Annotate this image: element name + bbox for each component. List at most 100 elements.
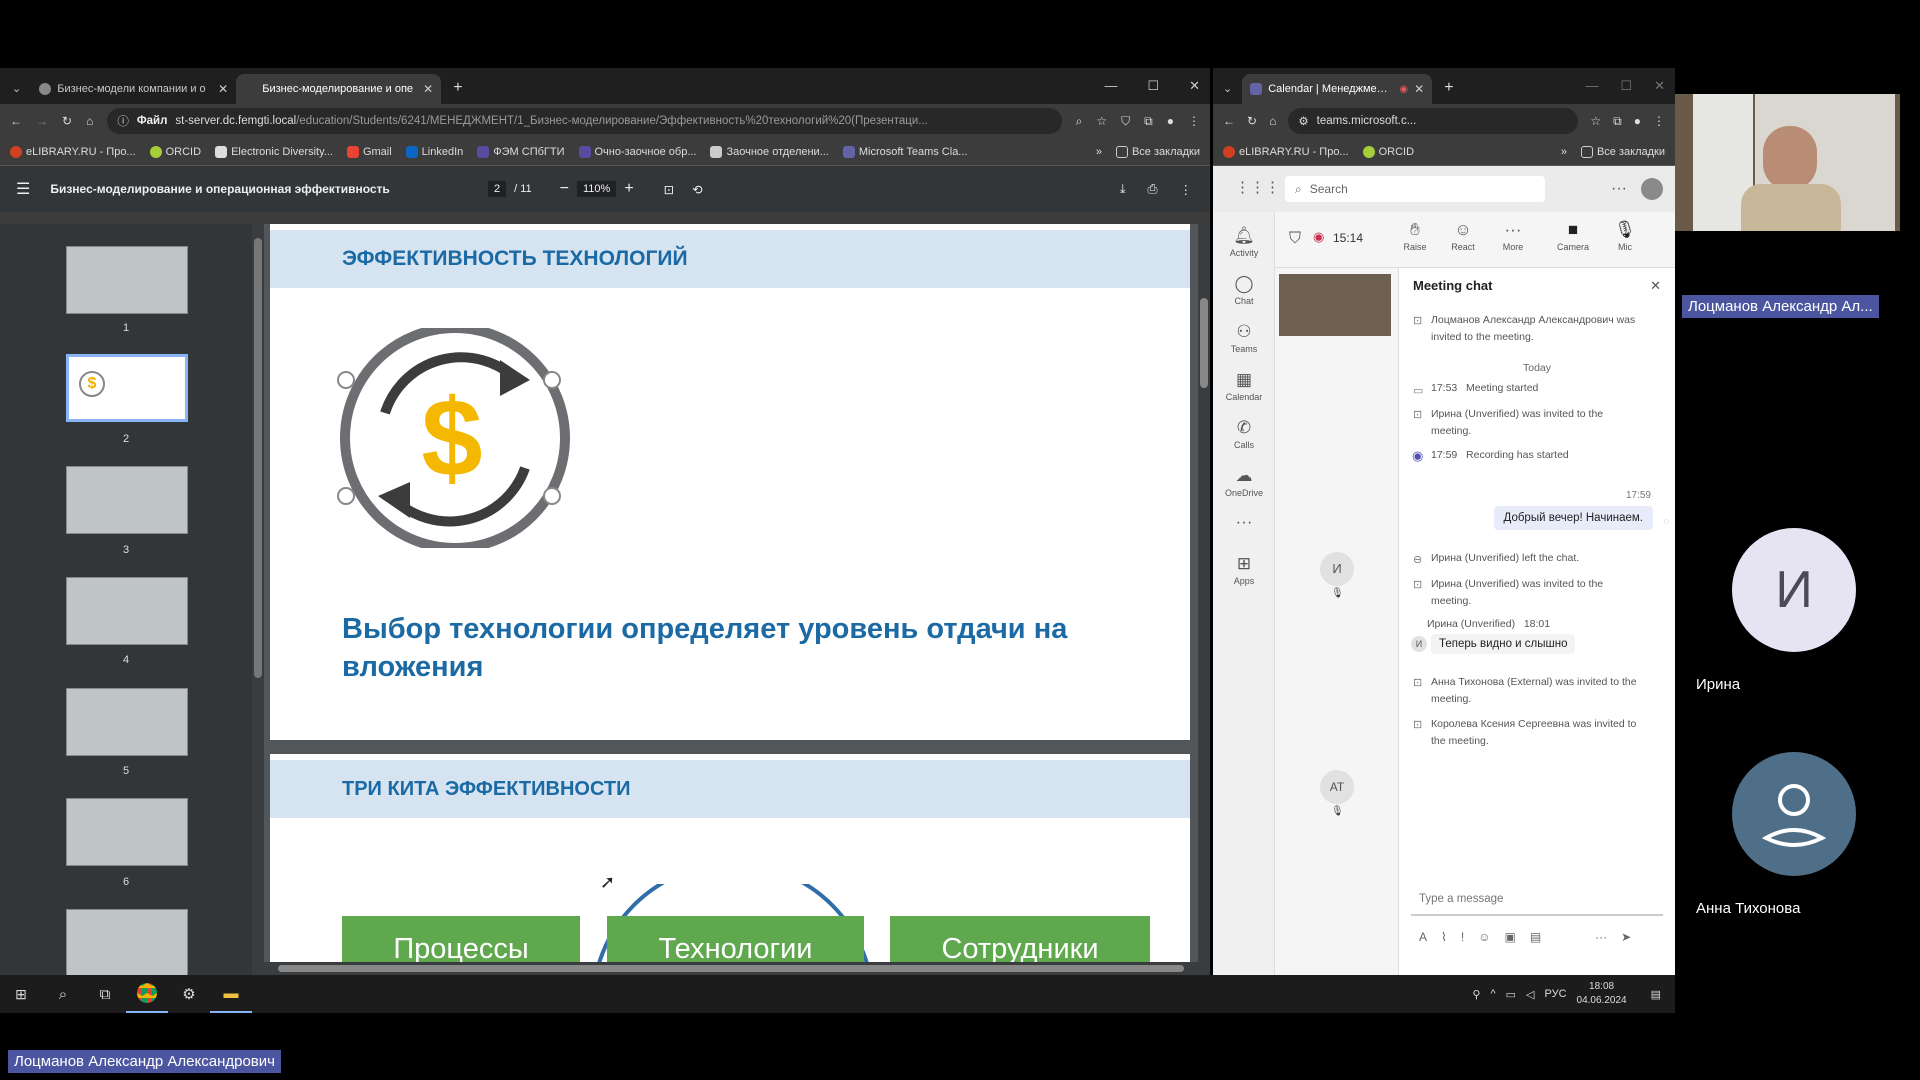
more-bookmarks-icon[interactable]: » — [1561, 146, 1567, 158]
reload-icon[interactable]: ↻ — [1247, 114, 1257, 128]
emoji-icon[interactable]: ☺ — [1478, 930, 1490, 944]
star-icon[interactable]: ☆ — [1590, 114, 1601, 128]
file-explorer-icon[interactable]: ▬ — [210, 975, 252, 1013]
rail-calls[interactable]: ✆ Calls — [1213, 418, 1275, 450]
speaker-video-thumbnail[interactable] — [1279, 274, 1391, 336]
raise-hand-button[interactable]: ✋︎ Raise — [1395, 220, 1435, 252]
minimize-icon[interactable]: — — [1585, 78, 1598, 94]
menu-icon[interactable]: ⋮ — [1188, 114, 1200, 128]
more-options-icon[interactable]: ··· — [1595, 930, 1607, 944]
thumbnail-sidebar[interactable]: 1 $ 2 3 4 5 6 — [0, 224, 264, 977]
rail-teams[interactable]: ⚇ Teams — [1213, 322, 1275, 354]
bookmark-fem[interactable]: ФЭМ СПбГТИ — [477, 145, 565, 158]
zoom-in-icon[interactable]: + — [624, 180, 633, 198]
app-icon[interactable]: ⚙ — [168, 975, 210, 1013]
message-input[interactable]: Type a message — [1411, 884, 1663, 916]
star-icon[interactable]: ☆ — [1096, 114, 1107, 128]
rotate-icon[interactable]: ⟲ — [692, 182, 702, 197]
clock[interactable]: 18:08 04.06.2024 — [1577, 980, 1627, 1008]
page-number-input[interactable]: 2 — [488, 181, 507, 197]
thumbnail-page[interactable] — [66, 909, 188, 977]
rail-more[interactable]: ··· — [1213, 512, 1275, 534]
home-icon[interactable]: ⌂ — [86, 114, 93, 128]
format-icon[interactable]: A — [1419, 930, 1427, 944]
download-icon[interactable]: ⤓ — [1120, 182, 1126, 197]
more-options-icon[interactable]: ··· — [1611, 180, 1627, 198]
chrome-icon[interactable] — [126, 975, 168, 1013]
profile-icon[interactable]: ● — [1167, 114, 1174, 128]
attach-icon[interactable]: ⌇ — [1441, 930, 1447, 944]
rail-chat[interactable]: ◯ Chat — [1213, 274, 1275, 306]
bookmark-orcid[interactable]: ORCID — [149, 145, 201, 158]
thumbnail-page[interactable] — [66, 466, 188, 534]
search-icon[interactable]: ⌕ — [42, 975, 84, 1013]
close-tab-icon[interactable]: ✕ — [1414, 82, 1424, 96]
thumbnail-page[interactable] — [66, 246, 188, 314]
scrollbar-thumb[interactable] — [278, 965, 1184, 972]
avatar[interactable] — [1641, 178, 1663, 200]
bookmark-elibrary[interactable]: eLIBRARY.RU - Про... — [1223, 145, 1349, 158]
new-tab-icon[interactable]: + — [453, 79, 462, 97]
react-button[interactable]: ☺ React — [1443, 220, 1483, 252]
maximize-icon[interactable]: ☐ — [1620, 78, 1632, 94]
close-icon[interactable]: ✕ — [1650, 278, 1661, 294]
forward-icon[interactable]: → — [36, 114, 48, 128]
url-field[interactable]: ⚙ teams.microsoft.c... — [1288, 108, 1579, 134]
mic-button[interactable]: 🎙︎ Mic — [1605, 220, 1645, 252]
browser-tab[interactable]: Бизнес-модели компании и о ✕ — [31, 74, 236, 104]
back-icon[interactable]: ← — [1223, 114, 1235, 128]
participant-avatar[interactable]: АТ — [1320, 770, 1354, 804]
gif-icon[interactable]: ▣ — [1504, 930, 1515, 944]
language-indicator[interactable]: РУС — [1545, 988, 1567, 1000]
send-icon[interactable]: ➤ — [1621, 930, 1631, 944]
maximize-icon[interactable]: ☐ — [1147, 78, 1159, 94]
participant-avatar[interactable]: И — [1320, 552, 1354, 586]
close-tab-icon[interactable]: ✕ — [218, 82, 228, 96]
page-scrollbar[interactable] — [1198, 224, 1210, 975]
shield-icon[interactable]: ⛉ — [1121, 114, 1130, 129]
profile-icon[interactable]: ● — [1634, 114, 1641, 128]
home-icon[interactable]: ⌂ — [1269, 114, 1276, 128]
bookmark-ochno-zaochnoe[interactable]: Очно-заочное обр... — [578, 145, 696, 158]
bookmark-elibrary[interactable]: eLIBRARY.RU - Про... — [10, 145, 136, 158]
all-bookmarks-folder[interactable]: Все закладки — [1115, 145, 1200, 158]
thumbnail-scrollbar[interactable] — [252, 224, 264, 975]
zoom-input[interactable]: 110% — [577, 181, 617, 197]
close-tab-icon[interactable]: ✕ — [423, 82, 433, 96]
search-input[interactable]: ⌕ Search — [1285, 176, 1545, 202]
bookmark-teams[interactable]: Microsoft Teams Cla... — [842, 145, 967, 158]
more-button[interactable]: ··· More — [1493, 220, 1533, 252]
menu-icon[interactable]: ⋮ — [1653, 114, 1665, 128]
extensions-icon[interactable]: ⧉ — [1144, 114, 1153, 129]
thumbnail-page[interactable] — [66, 688, 188, 756]
extensions-icon[interactable]: ⧉ — [1613, 114, 1622, 129]
scrollbar-thumb[interactable] — [254, 238, 262, 678]
minimize-icon[interactable]: — — [1104, 78, 1117, 94]
thumbnail-page-selected[interactable]: $ — [66, 354, 188, 422]
tab-search-icon[interactable]: ⌄ — [12, 82, 21, 95]
rail-activity[interactable]: 🔔︎ Activity — [1213, 226, 1275, 258]
windows-start-icon[interactable]: ⊞ — [0, 975, 42, 1013]
new-tab-icon[interactable]: + — [1444, 79, 1453, 97]
site-settings-icon[interactable]: ⚙ — [1298, 114, 1308, 128]
notifications-icon[interactable]: ▤ — [1651, 988, 1661, 1001]
more-options-icon[interactable]: ⋮ — [1180, 182, 1193, 197]
rail-onedrive[interactable]: ☁ OneDrive — [1213, 466, 1275, 498]
more-bookmarks-icon[interactable]: » — [1096, 146, 1102, 158]
volume-icon[interactable]: ◁ — [1526, 988, 1534, 1001]
reload-icon[interactable]: ↻ — [62, 114, 72, 128]
app-launcher-icon[interactable]: ⋮⋮⋮ — [1235, 178, 1280, 196]
rail-apps[interactable]: ⊞ Apps — [1213, 554, 1275, 586]
info-icon[interactable]: ⓘ — [117, 113, 129, 129]
person-icon[interactable]: ⚲ — [1472, 988, 1480, 1001]
bookmark-zaochnoe[interactable]: Заочное отделени... — [710, 145, 829, 158]
bookmark-orcid[interactable]: ORCID — [1362, 145, 1414, 158]
loop-icon[interactable]: ! — [1461, 930, 1464, 944]
zoom-icon[interactable]: ⌕ — [1076, 114, 1083, 129]
scrollbar-thumb[interactable] — [1200, 298, 1208, 388]
sidebar-menu-icon[interactable]: ☰ — [16, 179, 30, 199]
thumbnail-page[interactable] — [66, 798, 188, 866]
sticker-icon[interactable]: ▤ — [1530, 930, 1541, 944]
back-icon[interactable]: ← — [10, 114, 22, 128]
close-window-icon[interactable]: ✕ — [1654, 78, 1665, 94]
